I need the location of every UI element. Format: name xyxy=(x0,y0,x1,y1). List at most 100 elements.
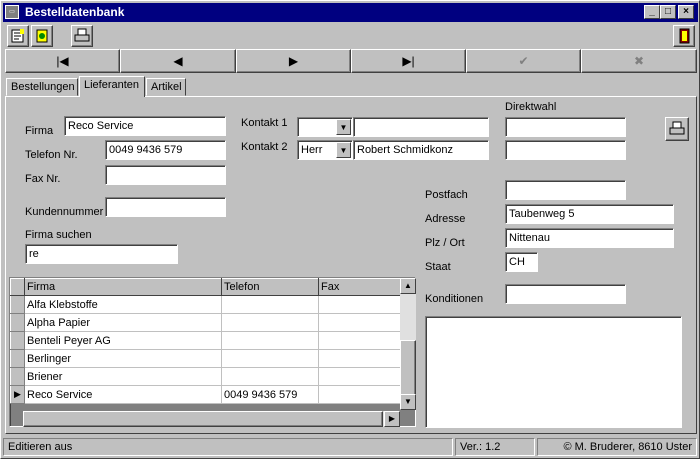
chevron-down-icon[interactable]: ▼ xyxy=(336,119,351,135)
window-title: Bestelldatenbank xyxy=(25,5,125,19)
database-icon[interactable] xyxy=(31,25,53,47)
kontakt1-label: Kontakt 1 xyxy=(241,117,288,129)
cell-telefon[interactable]: 0049 9436 579 xyxy=(221,385,319,404)
cell-firma[interactable]: Briener xyxy=(24,367,222,386)
table-row[interactable]: ▶ Reco Service 0049 9436 579 xyxy=(10,385,402,404)
printer-icon[interactable] xyxy=(71,25,93,47)
chevron-down-icon[interactable]: ▼ xyxy=(336,142,351,158)
cell-telefon[interactable] xyxy=(221,331,319,350)
scroll-up-icon[interactable]: ▲ xyxy=(400,278,416,294)
tab-bestellungen[interactable]: Bestellungen xyxy=(6,78,78,96)
direktwahl1-field[interactable] xyxy=(505,117,626,137)
table-row[interactable]: Alfa Klebstoffe xyxy=(10,295,402,314)
previous-record-button[interactable]: ◀ xyxy=(120,49,236,73)
direktwahl2-field[interactable] xyxy=(505,140,626,160)
cell-firma[interactable]: Alpha Papier xyxy=(24,313,222,332)
row-selector[interactable] xyxy=(10,349,25,368)
current-row-marker-icon[interactable]: ▶ xyxy=(10,385,25,404)
notes-textarea[interactable] xyxy=(425,316,682,428)
next-record-button[interactable]: ▶ xyxy=(236,49,351,73)
notebook-icon[interactable] xyxy=(7,25,29,47)
fax-field[interactable] xyxy=(105,165,226,185)
fax-label: Fax Nr. xyxy=(25,173,61,185)
exit-door-icon[interactable] xyxy=(673,25,695,47)
cell-fax[interactable] xyxy=(318,349,402,368)
row-selector[interactable] xyxy=(10,295,25,314)
kontakt1-anrede-select[interactable]: ▼ xyxy=(297,117,353,137)
scroll-right-icon[interactable]: ▶ xyxy=(384,411,400,427)
kontakt2-anrede-select[interactable]: Herr ▼ xyxy=(297,140,353,160)
tab-artikel[interactable]: Artikel xyxy=(146,78,186,96)
cell-fax[interactable] xyxy=(318,367,402,386)
cell-fax[interactable] xyxy=(318,385,402,404)
konditionen-field[interactable] xyxy=(505,284,626,304)
cell-firma[interactable]: Reco Service xyxy=(24,385,222,404)
plz-ort-label: Plz / Ort xyxy=(425,237,465,249)
row-selector[interactable] xyxy=(10,313,25,332)
grid-corner xyxy=(10,278,25,296)
last-record-button[interactable]: ▶| xyxy=(351,49,466,73)
status-version: Ver.: 1.2 xyxy=(455,438,535,456)
grid-header-row: Firma Telefon Fax xyxy=(10,278,402,296)
kontakt2-label: Kontakt 2 xyxy=(241,141,288,153)
table-row[interactable]: Alpha Papier xyxy=(10,313,402,332)
firma-field[interactable]: Reco Service xyxy=(64,116,226,136)
first-record-button[interactable]: |◀ xyxy=(5,49,120,73)
row-selector[interactable] xyxy=(10,367,25,386)
firma-suchen-field[interactable]: re xyxy=(25,244,178,264)
cell-fax[interactable] xyxy=(318,331,402,350)
status-mode: Editieren aus xyxy=(3,438,453,456)
staat-field[interactable]: CH xyxy=(505,252,538,272)
close-button[interactable]: × xyxy=(678,5,694,19)
firma-label: Firma xyxy=(25,125,54,137)
cell-telefon[interactable] xyxy=(221,313,319,332)
column-header-fax[interactable]: Fax xyxy=(318,278,402,296)
row-selector[interactable] xyxy=(10,331,25,350)
konditionen-label: Konditionen xyxy=(425,293,484,305)
staat-label: Staat xyxy=(425,261,451,273)
kontakt1-name-field[interactable] xyxy=(353,117,489,137)
minimize-button[interactable]: _ xyxy=(644,5,660,19)
kontakt2-name-field[interactable]: Robert Schmidkonz xyxy=(353,140,489,160)
confirm-button[interactable]: ✔ xyxy=(466,49,581,73)
table-row[interactable]: Berlinger xyxy=(10,349,402,368)
scroll-down-icon[interactable]: ▼ xyxy=(400,394,416,410)
firma-suchen-label: Firma suchen xyxy=(25,229,92,241)
telefon-label: Telefon Nr. xyxy=(25,149,78,161)
printer-icon xyxy=(669,121,685,135)
tab-lieferanten[interactable]: Lieferanten xyxy=(79,76,145,97)
plz-ort-field[interactable]: Nittenau xyxy=(505,228,674,248)
adresse-label: Adresse xyxy=(425,213,466,225)
cell-firma[interactable]: Berlinger xyxy=(24,349,222,368)
supplier-grid[interactable]: Firma Telefon Fax Alfa Klebstoffe Alpha … xyxy=(9,277,416,427)
column-header-firma[interactable]: Firma xyxy=(24,278,222,296)
telefon-field[interactable]: 0049 9436 579 xyxy=(105,140,226,160)
postfach-label: Postfach xyxy=(425,189,468,201)
cell-telefon[interactable] xyxy=(221,295,319,314)
kundennummer-label: Kundennummer xyxy=(25,206,104,218)
cancel-button[interactable]: ✖ xyxy=(581,49,697,73)
status-copyright: © M. Bruderer, 8610 Uster xyxy=(537,438,697,456)
table-row[interactable]: Briener xyxy=(10,367,402,386)
grid-horizontal-scrollbar[interactable]: ▶ xyxy=(23,411,400,427)
grid-vertical-scrollbar[interactable]: ▲ xyxy=(400,278,416,410)
cell-firma[interactable]: Alfa Klebstoffe xyxy=(24,295,222,314)
cell-telefon[interactable] xyxy=(221,349,319,368)
cell-telefon[interactable] xyxy=(221,367,319,386)
print-button[interactable] xyxy=(665,117,689,141)
main-window: ▭ Bestelldatenbank _ □ × |◀ ◀ ▶ ▶| ✔ ✖ B… xyxy=(0,0,700,459)
title-bar[interactable]: ▭ Bestelldatenbank _ □ × xyxy=(3,3,698,22)
kundennummer-field[interactable] xyxy=(105,197,226,217)
adresse-field[interactable]: Taubenweg 5 xyxy=(505,204,674,224)
table-row[interactable]: Benteli Peyer AG xyxy=(10,331,402,350)
app-icon[interactable]: ▭ xyxy=(5,5,19,19)
column-header-telefon[interactable]: Telefon xyxy=(221,278,319,296)
cell-firma[interactable]: Benteli Peyer AG xyxy=(24,331,222,350)
maximize-button[interactable]: □ xyxy=(660,5,676,19)
direktwahl-label: Direktwahl xyxy=(505,101,557,113)
kontakt2-anrede-value: Herr xyxy=(301,144,323,156)
scroll-thumb-horizontal[interactable] xyxy=(23,411,383,427)
cell-fax[interactable] xyxy=(318,295,402,314)
postfach-field[interactable] xyxy=(505,180,626,200)
cell-fax[interactable] xyxy=(318,313,402,332)
